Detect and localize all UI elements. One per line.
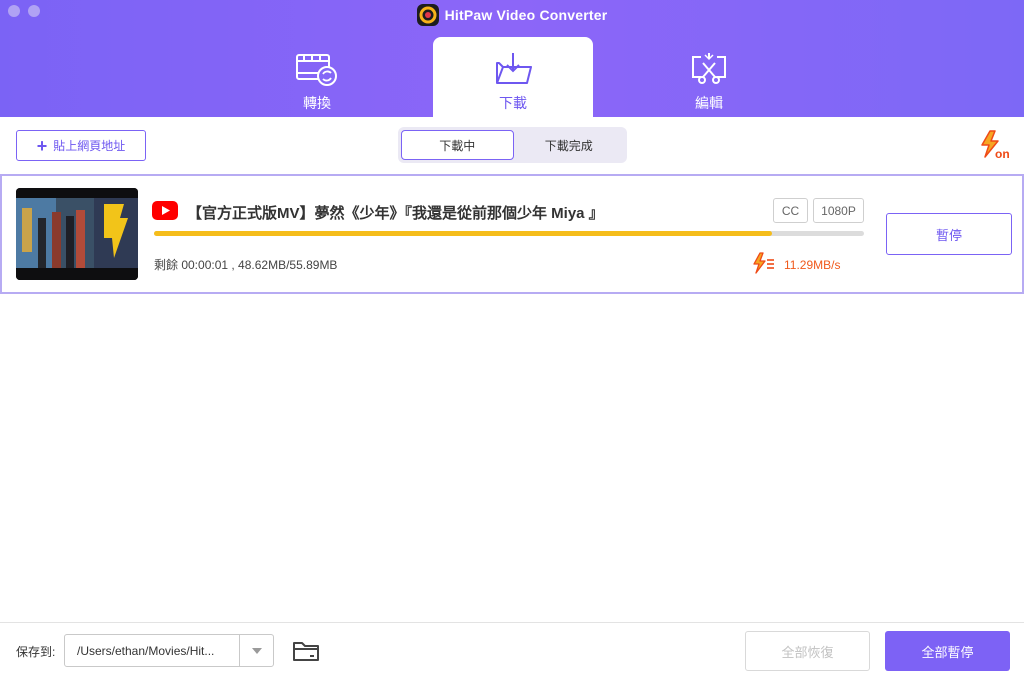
plus-icon: + [36,135,48,156]
tab-download[interactable]: 下載 [433,37,593,117]
save-to-label: 保存到: [16,645,56,659]
turbo-on-icon: on [981,130,1010,161]
tab-convert-label: 轉換 [303,95,331,111]
footer-bar: 保存到: /Users/ethan/Movies/Hit... 全部恢復 全部暫… [0,622,1024,676]
video-thumbnail [16,188,138,280]
svg-text:on: on [995,147,1010,160]
segment-downloading[interactable]: 下載中 [401,130,514,160]
paste-url-label: 貼上網頁地址 [53,139,126,153]
youtube-icon [152,201,178,220]
download-folder-icon [496,53,532,84]
film-convert-icon [296,54,337,86]
scissors-edit-icon [692,53,726,84]
download-item[interactable]: 【官方正式版MV】夢然《少年》『我還是從前那個少年 Miya 』 CC 1080… [0,174,1024,294]
tab-convert[interactable]: 轉換 [237,37,397,117]
segment-finished[interactable]: 下載完成 [514,130,625,160]
tab-edit-label: 編輯 [695,95,723,111]
paste-url-button[interactable]: + 貼上網頁地址 [16,130,146,161]
resolution-badge: 1080P [813,198,864,223]
title-bar: HitPaw Video Converter 轉換 下載 編輯 [0,0,1024,117]
app-title-group: HitPaw Video Converter [0,4,1024,26]
save-path-value: /Users/ethan/Movies/Hit... [77,643,215,658]
tab-edit[interactable]: 編輯 [629,37,789,117]
tab-download-label: 下載 [499,95,527,111]
chevron-down-icon[interactable] [239,635,273,666]
lightning-speed-icon [753,252,774,274]
pause-all-button[interactable]: 全部暫停 [885,631,1010,671]
download-progress-bar [154,231,864,236]
open-folder-button[interactable] [292,639,320,663]
folder-icon [293,642,319,661]
pause-button[interactable]: 暫停 [886,213,1012,255]
turbo-on-button[interactable]: on [978,130,1012,161]
download-progress-fill [154,231,772,236]
download-status-segmented-control: 下載中 下載完成 [398,127,627,163]
video-title: 【官方正式版MV】夢然《少年》『我還是從前那個少年 Miya 』 [187,205,604,222]
download-speed: 11.29MB/s [784,258,841,272]
app-logo-icon [416,4,439,26]
remaining-info: 剩餘 00:00:01 , 48.62MB/55.89MB [154,258,338,272]
app-title: HitPaw Video Converter [444,7,608,23]
cc-badge: CC [773,198,808,223]
resume-all-button[interactable]: 全部恢復 [745,631,870,671]
save-path-select[interactable]: /Users/ethan/Movies/Hit... [64,634,274,667]
